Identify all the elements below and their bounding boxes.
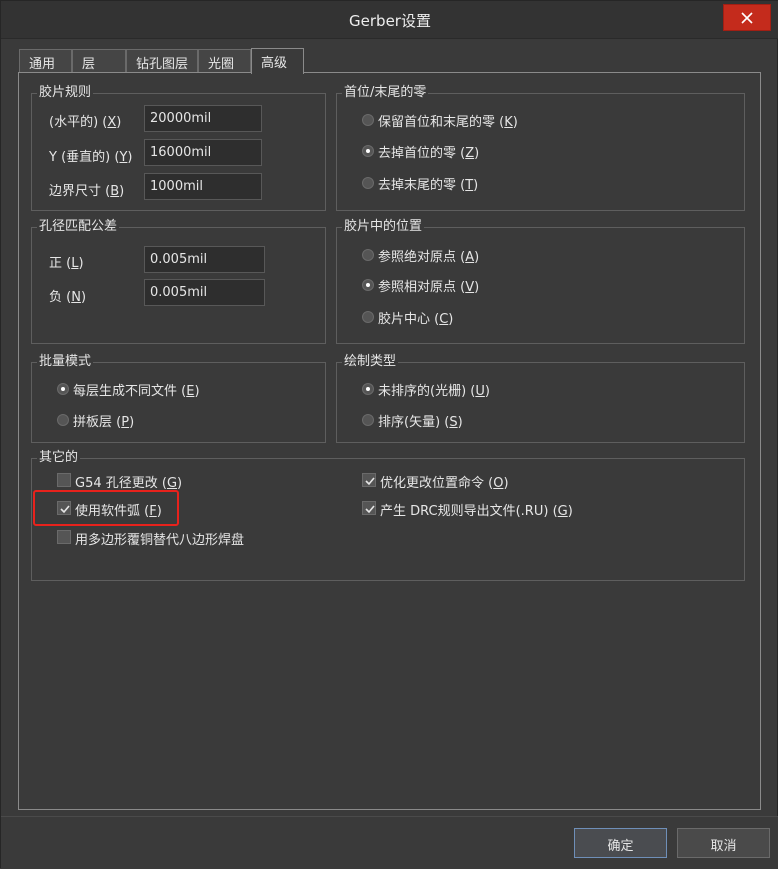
film-y-label: Y (垂直的) (Y) — [49, 150, 133, 165]
checkmark-icon — [365, 505, 375, 514]
plot-type-group: 绘制类型 — [336, 354, 745, 443]
checkbox-box — [57, 530, 71, 544]
group-title: 其它的 — [37, 450, 81, 466]
tab-label: 层 — [82, 57, 96, 72]
tab-layers[interactable]: 层 — [72, 49, 126, 73]
radio-dot — [362, 279, 374, 291]
radio-dot — [57, 383, 69, 395]
tolerance-minus-input[interactable]: 0.005mil — [144, 279, 265, 306]
highlight-box — [33, 490, 179, 526]
film-border-input[interactable]: 1000mil — [144, 173, 262, 200]
group-title: 胶片中的位置 — [342, 219, 425, 235]
tab-label: 通用 — [29, 57, 56, 72]
radio-dot — [57, 414, 69, 426]
tolerance-plus-input[interactable]: 0.005mil — [144, 246, 265, 273]
tab-label: 光圈 — [208, 57, 235, 72]
checkbox-box — [57, 473, 71, 487]
radio-dot — [362, 311, 374, 323]
tab-general[interactable]: 通用 — [19, 49, 72, 73]
group-title: 胶片规则 — [37, 85, 94, 101]
checkmark-icon — [365, 477, 375, 486]
title-bar: Gerber设置 — [1, 1, 778, 39]
group-title: 首位/末尾的零 — [342, 85, 429, 101]
film-x-input[interactable]: 20000mil — [144, 105, 262, 132]
radio-dot — [362, 177, 374, 189]
film-border-label: 边界尺寸 (B) — [49, 184, 125, 199]
close-icon — [741, 12, 753, 24]
group-title: 孔径匹配公差 — [37, 219, 120, 235]
group-title: 批量模式 — [37, 354, 94, 370]
batch-mode-group: 批量模式 — [31, 354, 326, 443]
tab-label: 高级 — [261, 56, 288, 71]
tab-advanced[interactable]: 高级 — [251, 48, 304, 74]
ok-button[interactable]: 确定 — [574, 828, 667, 858]
radio-dot — [362, 414, 374, 426]
checkbox-box — [362, 473, 376, 487]
tolerance-plus-label: 正 (L) — [49, 256, 84, 271]
tab-apertures[interactable]: 光圈 — [198, 49, 251, 73]
tab-label: 钻孔图层 — [136, 57, 189, 72]
window-title: Gerber设置 — [349, 12, 431, 30]
film-y-input[interactable]: 16000mil — [144, 139, 262, 166]
tolerance-minus-label: 负 (N) — [49, 290, 87, 305]
close-button[interactable] — [723, 4, 771, 31]
checkbox-box — [362, 501, 376, 515]
radio-dot — [362, 145, 374, 157]
group-title: 绘制类型 — [342, 354, 399, 370]
radio-dot — [362, 114, 374, 126]
cancel-button[interactable]: 取消 — [677, 828, 770, 858]
radio-dot — [362, 383, 374, 395]
tab-drill-drawing[interactable]: 钻孔图层 — [126, 49, 198, 73]
film-x-label: (水平的) (X) — [49, 115, 122, 130]
radio-dot — [362, 249, 374, 261]
gerber-settings-dialog: Gerber设置 通用 层 钻孔图层 光圈 高级 胶片规则 (水平的) (X) … — [0, 0, 778, 869]
